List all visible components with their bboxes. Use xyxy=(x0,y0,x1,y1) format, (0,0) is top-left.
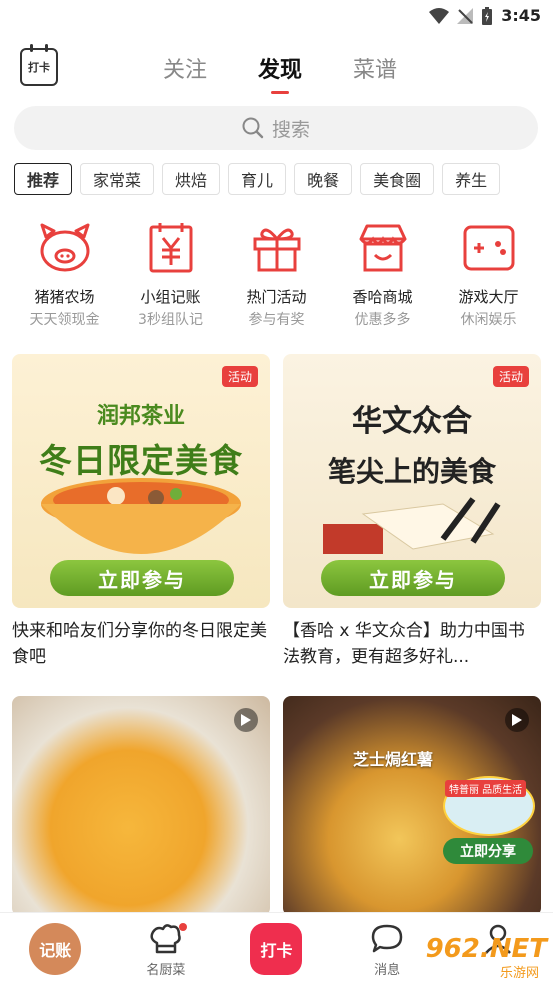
banner-brand: 华文众合 xyxy=(352,404,472,439)
video-thumbnail[interactable] xyxy=(12,696,270,916)
event-banner[interactable]: 活动 润邦茶业 冬日限定美食 立即参与 xyxy=(12,354,270,608)
entry-store[interactable]: 香哈商城 优惠多多 xyxy=(330,220,435,329)
chip-parenting[interactable]: 育儿 xyxy=(228,163,287,195)
entry-subtitle: 参与有奖 xyxy=(248,312,305,328)
chip-label: 晚餐 xyxy=(307,171,340,190)
chip-health[interactable]: 养生 xyxy=(442,163,501,195)
chip-baking[interactable]: 烘焙 xyxy=(162,163,221,195)
top-header: 打卡 关注 发现 菜谱 xyxy=(0,40,553,100)
nav-messages[interactable]: 消息 xyxy=(342,923,432,978)
quick-entries: 猪猪农场 天天领现金 小组记账 3秒组队记 热门活动 参与有奖 香哈商城 优惠多… xyxy=(12,220,541,329)
entry-game-hall[interactable]: 游戏大厅 休闲娱乐 xyxy=(436,220,541,329)
site-watermark: 962.NET xyxy=(425,934,547,964)
chip-label: 推荐 xyxy=(27,171,60,190)
wifi-icon xyxy=(429,7,450,24)
nav-label: 消息 xyxy=(374,963,401,978)
feed-card[interactable]: 活动 华文众合 笔尖上的美食 立即参与 【香哈 x 华文众合】助力中国书法教育，… xyxy=(283,354,541,678)
ledger-icon xyxy=(143,220,199,276)
tab-recipes[interactable]: 菜谱 xyxy=(340,52,410,84)
play-icon xyxy=(505,708,529,732)
nav-checkin-label: 打卡 xyxy=(260,941,293,960)
chip-food-circle[interactable]: 美食圈 xyxy=(360,163,435,195)
chip-label: 养生 xyxy=(455,171,488,190)
entry-title: 香哈商城 xyxy=(352,288,413,306)
chat-bubble-icon xyxy=(371,924,403,953)
search-placeholder: 搜索 xyxy=(271,118,310,141)
tab-discover[interactable]: 发现 xyxy=(245,52,315,94)
feed-card[interactable]: 芝士焗红薯 特普丽 品质生活 立即分享 xyxy=(283,696,541,916)
tab-recipes-label: 菜谱 xyxy=(352,58,397,83)
card-title: 【香哈 x 华文众合】助力中国书法教育，更有超多好礼... xyxy=(283,621,525,667)
entry-title: 热门活动 xyxy=(246,288,307,306)
banner-brand: 润邦茶业 xyxy=(96,404,185,429)
pot-illustration xyxy=(41,478,241,554)
event-badge: 活动 xyxy=(492,366,529,387)
chip-label: 家常菜 xyxy=(93,171,142,190)
pig-icon xyxy=(37,220,93,276)
entry-title: 猪猪农场 xyxy=(34,288,95,306)
notification-dot xyxy=(178,923,187,931)
site-watermark-sub: 乐游网 xyxy=(499,966,539,981)
chip-dinner[interactable]: 晚餐 xyxy=(294,163,353,195)
event-banner[interactable]: 活动 华文众合 笔尖上的美食 立即参与 xyxy=(283,354,541,608)
brush-illustration xyxy=(323,497,501,554)
play-icon xyxy=(234,708,258,732)
battery-icon xyxy=(482,6,493,25)
share-button[interactable]: 立即分享 xyxy=(443,838,533,864)
store-icon xyxy=(355,220,411,276)
chip-recommended[interactable]: 推荐 xyxy=(14,163,73,195)
tab-follow[interactable]: 关注 xyxy=(150,52,220,84)
category-chips: 推荐 家常菜 烘焙 育儿 晚餐 美食圈 养生 xyxy=(14,163,553,197)
checkin-circle-icon: 打卡 xyxy=(250,923,303,975)
gamepad-icon xyxy=(461,220,517,276)
chip-label: 烘焙 xyxy=(175,171,208,190)
entry-group-ledger[interactable]: 小组记账 3秒组队记 xyxy=(118,220,223,329)
feed-card[interactable] xyxy=(12,696,270,916)
nav-checkin[interactable]: 打卡 xyxy=(231,923,321,975)
entry-subtitle: 3秒组队记 xyxy=(138,312,203,328)
join-button[interactable]: 立即参与 xyxy=(321,560,505,596)
chip-label: 美食圈 xyxy=(373,171,422,190)
search-icon xyxy=(242,117,264,139)
chip-home-cooking[interactable]: 家常菜 xyxy=(80,163,155,195)
checkin-label: 打卡 xyxy=(28,61,50,74)
nav-chef-dishes[interactable]: 名厨菜 xyxy=(121,923,211,978)
discover-feed: 活动 润邦茶业 冬日限定美食 立即参与 快来和哈友们分享你的冬日限定美食吧 活动… xyxy=(12,354,541,916)
no-signal-icon xyxy=(457,7,474,24)
tab-follow-label: 关注 xyxy=(162,58,207,83)
entry-title: 小组记账 xyxy=(140,288,201,306)
chip-label: 育儿 xyxy=(241,171,274,190)
card-title: 快来和哈友们分享你的冬日限定美食吧 xyxy=(12,621,267,667)
nav-ledger[interactable]: 记账 xyxy=(10,923,100,975)
tab-discover-label: 发现 xyxy=(257,58,302,83)
chef-hat-icon xyxy=(150,924,181,954)
status-bar: 3:45 xyxy=(0,0,553,32)
gift-icon xyxy=(249,220,305,276)
event-badge: 活动 xyxy=(221,366,258,387)
join-button[interactable]: 立即参与 xyxy=(50,560,234,596)
entry-pig-farm[interactable]: 猪猪农场 天天领现金 xyxy=(12,220,117,329)
video-caption: 芝士焗红薯 xyxy=(353,750,434,769)
active-tab-indicator xyxy=(271,91,289,94)
nav-label: 名厨菜 xyxy=(146,963,186,978)
sticker-tag: 特普丽 品质生活 xyxy=(445,780,527,797)
banner-headline: 笔尖上的美食 xyxy=(327,455,496,488)
checkin-calendar-icon[interactable]: 打卡 xyxy=(20,44,58,86)
entry-subtitle: 优惠多多 xyxy=(354,312,411,328)
ledger-circle-icon: 记账 xyxy=(29,923,82,975)
entry-subtitle: 休闲娱乐 xyxy=(460,312,517,328)
entry-subtitle: 天天领现金 xyxy=(29,312,100,328)
search-bar[interactable]: 搜索 xyxy=(14,106,538,150)
entry-hot-events[interactable]: 热门活动 参与有奖 xyxy=(224,220,329,329)
video-thumbnail[interactable]: 芝士焗红薯 特普丽 品质生活 立即分享 xyxy=(283,696,541,916)
clock: 3:45 xyxy=(501,6,541,25)
entry-title: 游戏大厅 xyxy=(458,288,519,306)
feed-card[interactable]: 活动 润邦茶业 冬日限定美食 立即参与 快来和哈友们分享你的冬日限定美食吧 xyxy=(12,354,270,678)
status-icons: 3:45 xyxy=(429,6,541,25)
nav-ledger-label: 记账 xyxy=(39,941,72,960)
top-tabs: 关注 发现 菜谱 xyxy=(150,52,410,94)
